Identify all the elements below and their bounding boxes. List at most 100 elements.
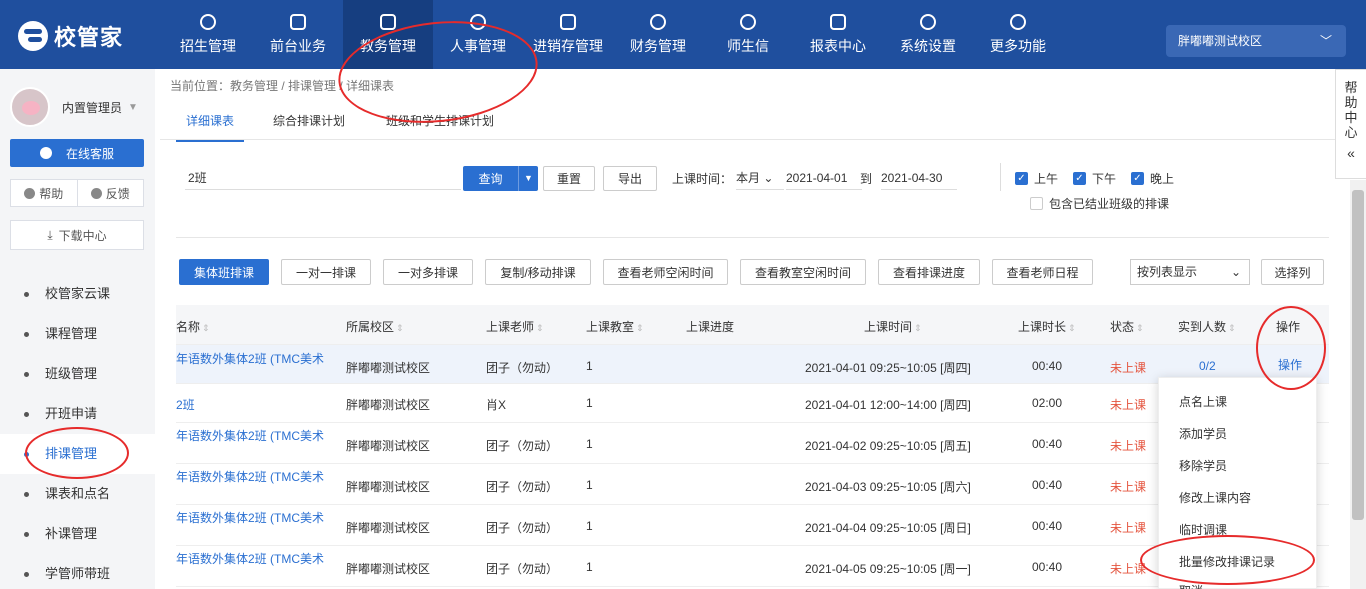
- monitor-icon: [290, 14, 306, 30]
- sidebar-item-course-mgmt[interactable]: 课程管理: [0, 314, 155, 354]
- menu-item-batch-edit[interactable]: 批量修改排课记录: [1179, 553, 1275, 570]
- evening-checkbox[interactable]: ✓ 晚上: [1131, 170, 1174, 187]
- check-icon: ✓: [1015, 172, 1028, 185]
- sidebar-item-class-mgmt[interactable]: 班级管理: [0, 354, 155, 394]
- help-center-tab[interactable]: 帮助中心 «: [1335, 69, 1366, 179]
- menu-item-edit-content[interactable]: 修改上课内容: [1179, 489, 1251, 506]
- sidebar-item-tutor-class[interactable]: 学管师带班: [0, 554, 155, 589]
- nav-finance[interactable]: 财务管理: [613, 0, 703, 69]
- col-room[interactable]: 上课教室 ⇕: [586, 318, 644, 335]
- more-icon: [1010, 14, 1026, 30]
- menu-item-reschedule[interactable]: 临时调课: [1179, 521, 1227, 538]
- class-name-link[interactable]: 年语数外集体2班 (TMC美术: [176, 468, 324, 485]
- room-free-time-button[interactable]: 查看教室空闲时间: [740, 259, 866, 285]
- status-badge: 未上课: [1110, 398, 1147, 412]
- one-to-many-schedule-button[interactable]: 一对多排课: [383, 259, 473, 285]
- sidebar-item-timetable[interactable]: 课表和点名: [0, 474, 155, 514]
- tab-overall-plan[interactable]: 综合排课计划: [273, 112, 345, 140]
- download-center-button[interactable]: ⤓ 下载中心: [10, 220, 144, 250]
- class-name-link[interactable]: 年语数外集体2班 (TMC美术: [176, 550, 324, 567]
- chat-icon: [740, 14, 756, 30]
- table-row: 年语数外集体2班 (TMC美术 胖嘟嘟测试校区 团子（勿动） 1 2021-04…: [176, 423, 1329, 464]
- schedule-progress-button[interactable]: 查看排课进度: [878, 259, 980, 285]
- col-status[interactable]: 状态 ⇕: [1110, 318, 1144, 335]
- class-name-link[interactable]: 年语数外集体2班 (TMC美术: [176, 509, 324, 526]
- table-row: 年语数外集体2班 (TMC美术 胖嘟嘟测试校区 团子（勿动） 1 2021-04…: [176, 464, 1329, 505]
- tab-class-student-plan[interactable]: 班级和学生排课计划: [386, 112, 494, 140]
- tab-bar: 详细课表 综合排课计划 班级和学生排课计划: [160, 100, 1350, 142]
- campus-select[interactable]: 胖嘟嘟测试校区 ﹀: [1166, 25, 1346, 57]
- sort-icon: ⇕: [1136, 323, 1144, 333]
- group-class-schedule-button[interactable]: 集体班排课: [179, 259, 269, 285]
- col-duration[interactable]: 上课时长 ⇕: [1018, 318, 1076, 335]
- online-service-label: 在线客服: [65, 146, 114, 161]
- reset-button[interactable]: 重置: [543, 166, 595, 191]
- feedback-button[interactable]: 反馈: [76, 180, 144, 206]
- status-badge: 未上课: [1110, 562, 1147, 576]
- col-campus[interactable]: 所属校区 ⇕: [346, 318, 404, 335]
- brand-logo[interactable]: 校管家: [18, 20, 123, 52]
- tab-detail-schedule[interactable]: 详细课表: [176, 112, 245, 142]
- teacher-free-time-button[interactable]: 查看老师空闲时间: [603, 259, 728, 285]
- class-name-link[interactable]: 年语数外集体2班 (TMC美术: [176, 427, 324, 444]
- search-input[interactable]: 2班: [185, 166, 461, 190]
- feedback-label: 反馈: [105, 186, 130, 201]
- afternoon-checkbox[interactable]: ✓ 下午: [1073, 170, 1116, 187]
- nav-hr[interactable]: 人事管理: [433, 0, 523, 69]
- user-name: 内置管理员: [62, 100, 123, 115]
- nav-messages[interactable]: 师生信: [703, 0, 793, 69]
- help-button[interactable]: 帮助: [11, 180, 77, 206]
- operation-menu: 点名上课 添加学员 移除学员 修改上课内容 临时调课 批量修改排课记录 取消: [1158, 377, 1317, 589]
- nav-inventory[interactable]: 进销存管理: [523, 0, 613, 69]
- divider: [1000, 163, 1001, 191]
- query-button[interactable]: 查询 ▼: [463, 166, 538, 191]
- col-teacher[interactable]: 上课老师 ⇕: [486, 318, 544, 335]
- sidebar-item-cloud-course[interactable]: 校管家云课: [0, 274, 155, 314]
- morning-checkbox[interactable]: ✓ 上午: [1015, 170, 1058, 187]
- one-on-one-schedule-button[interactable]: 一对一排课: [281, 259, 371, 285]
- class-name-link[interactable]: 2班: [176, 396, 195, 413]
- nav-reports[interactable]: 报表中心: [793, 0, 883, 69]
- month-select[interactable]: 本月 ⌄: [736, 166, 784, 190]
- menu-item-add-student[interactable]: 添加学员: [1179, 425, 1227, 442]
- sidebar-item-class-request[interactable]: 开班申请: [0, 394, 155, 434]
- menu-item-remove-student[interactable]: 移除学员: [1179, 457, 1227, 474]
- breadcrumb: 当前位置：教务管理 / 排课管理 / 详细课表: [170, 79, 395, 93]
- sidebar-item-makeup[interactable]: 补课管理: [0, 514, 155, 554]
- date-from-field[interactable]: 2021-04-01: [786, 166, 862, 190]
- export-button[interactable]: 导出: [603, 166, 657, 191]
- include-finished-checkbox[interactable]: 包含已结业班级的排课: [1030, 195, 1169, 212]
- user-profile[interactable]: 内置管理员 ▼: [10, 87, 138, 127]
- col-attendance[interactable]: 实到人数 ⇕: [1178, 318, 1236, 335]
- nav-more[interactable]: 更多功能: [973, 0, 1063, 69]
- sidebar-item-scheduling[interactable]: 排课管理: [0, 434, 155, 474]
- nav-academic[interactable]: 教务管理: [343, 0, 433, 69]
- nav-recruit[interactable]: 招生管理: [163, 0, 253, 69]
- online-service-button[interactable]: 在线客服: [10, 139, 144, 167]
- menu-item-roll-call[interactable]: 点名上课: [1179, 393, 1227, 410]
- nav-settings[interactable]: 系统设置: [883, 0, 973, 69]
- choose-columns-button[interactable]: 选择列: [1261, 259, 1324, 285]
- sort-icon: ⇕: [536, 323, 544, 333]
- yen-icon: [650, 14, 666, 30]
- date-to-field[interactable]: 2021-04-30: [881, 166, 957, 190]
- menu-item-cancel[interactable]: 取消: [1179, 582, 1203, 589]
- sort-icon: ⇕: [396, 323, 404, 333]
- attendance-link[interactable]: 0/2: [1199, 359, 1216, 373]
- person-icon: [470, 14, 486, 30]
- caret-down-icon: ▼: [128, 101, 138, 113]
- question-icon: [24, 187, 36, 199]
- view-mode-select[interactable]: 按列表显示 ⌄: [1130, 259, 1250, 285]
- class-name-link[interactable]: 年语数外集体2班 (TMC美术: [176, 350, 324, 367]
- time-label: 上课时间：: [672, 172, 733, 186]
- operation-link[interactable]: 操作: [1278, 356, 1302, 373]
- chevron-down-icon[interactable]: ▼: [518, 166, 538, 191]
- col-name[interactable]: 名称 ⇕: [176, 318, 210, 335]
- col-ops: 操作: [1276, 320, 1301, 334]
- teacher-calendar-button[interactable]: 查看老师日程: [992, 259, 1093, 285]
- col-time[interactable]: 上课时间 ⇕: [864, 318, 922, 335]
- nav-front-desk[interactable]: 前台业务: [253, 0, 343, 69]
- col-progress: 上课进度: [686, 320, 735, 334]
- copy-move-schedule-button[interactable]: 复制/移动排课: [485, 259, 591, 285]
- scrollbar-thumb[interactable]: [1352, 190, 1364, 520]
